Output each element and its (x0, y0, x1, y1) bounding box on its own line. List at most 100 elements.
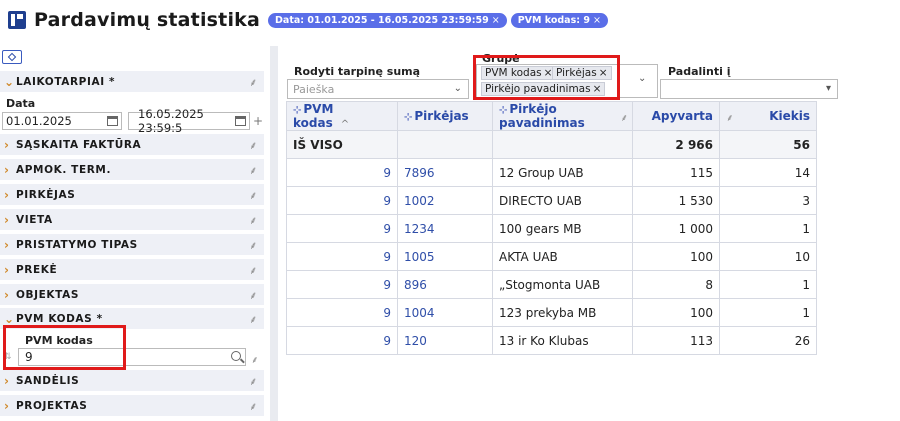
cell-kiekis: 1 (719, 214, 817, 243)
filter-chip-pvm[interactable]: PVM kodas: 9 × (510, 12, 608, 28)
column-label: Apyvarta (651, 109, 713, 123)
column-header-apyvarta[interactable]: Apyvarta (632, 101, 720, 131)
table-total-row: IŠ VISO 2 966 56 (286, 130, 817, 159)
wrench-icon[interactable]: ⸙ (621, 110, 629, 124)
cell-pvm[interactable]: 9 (286, 158, 398, 187)
column-header-pavadinimas[interactable]: ⊹ Pirkėjo pavadinimas ⸙ (492, 101, 633, 131)
cell-pirkejas[interactable]: 1234 (397, 214, 493, 243)
sidebar-category-label: SANDĖLIS (16, 374, 80, 387)
sidebar-category-laikotarpiai[interactable]: ⌄ LAIKOTARPIAI * ⸙ (0, 71, 264, 92)
cell-kiekis: 1 (719, 298, 817, 327)
table-row: 9 1002 DIRECTO UAB 1 530 3 (286, 186, 817, 215)
chevron-down-icon[interactable]: ⌄ (638, 73, 646, 84)
cell-pvm[interactable]: 9 (286, 270, 398, 299)
cell-pirkejas[interactable]: 7896 (397, 158, 493, 187)
sidebar-category-objektas[interactable]: › OBJEKTAS ⸙ (0, 284, 264, 305)
wrench-icon[interactable]: ⸙ (249, 213, 258, 228)
panel-splitter[interactable] (270, 46, 278, 421)
wrench-icon[interactable]: ⸙ (251, 352, 259, 366)
table-cell (397, 130, 493, 159)
page-header: Pardavimų statistika Data: 01.01.2025 - … (0, 0, 900, 40)
cell-apyvarta: 113 (632, 326, 720, 355)
sidebar-category-pristatymo[interactable]: › PRISTATYMO TIPAS ⸙ (0, 234, 264, 255)
wrench-icon[interactable]: ⸙ (249, 138, 258, 153)
table-row: 9 1234 100 gears MB 1 000 1 (286, 214, 817, 243)
close-icon[interactable]: × (492, 15, 500, 26)
search-icon[interactable] (231, 351, 241, 361)
chevron-right-icon: › (4, 373, 10, 388)
wrench-icon[interactable]: ⸙ (249, 312, 258, 327)
subtotal-select[interactable]: Paieška ⌄ (287, 79, 469, 99)
cell-apyvarta: 1 000 (632, 214, 720, 243)
calendar-icon[interactable] (107, 116, 118, 126)
wrench-icon[interactable]: ⸙ (249, 374, 258, 389)
column-header-pvm[interactable]: ⊹ PVM kodas ^ (286, 101, 398, 131)
sidebar-category-label: PIRKĖJAS (16, 188, 76, 201)
wrench-icon[interactable]: ⸙ (726, 110, 734, 124)
chevron-down-icon: ⌄ (4, 311, 15, 326)
pin-icon[interactable]: ⊹ (404, 112, 412, 123)
cell-pirkejas[interactable]: 1004 (397, 298, 493, 327)
sidebar-category-apmok[interactable]: › APMOK. TERM. ⸙ (0, 159, 264, 180)
date-to-input[interactable]: 16.05.2025 23:59:5 (128, 107, 250, 135)
toggle-filters-button[interactable] (2, 50, 22, 64)
calendar-icon[interactable] (235, 116, 246, 126)
cell-pvm[interactable]: 9 (286, 186, 398, 215)
cell-pirkejas[interactable]: 120 (397, 326, 493, 355)
date-from-input[interactable]: 01.01.2025 (2, 112, 122, 130)
split-label: Padalinti į (668, 65, 731, 78)
pin-icon[interactable]: ⊹ (293, 105, 301, 116)
wrench-icon[interactable]: ⸙ (249, 263, 258, 278)
sidebar-category-saskaita[interactable]: › SĄSKAITA FAKTŪRA ⸙ (0, 134, 264, 155)
table-cell (492, 130, 633, 159)
cell-pirkejas[interactable]: 1005 (397, 242, 493, 271)
cell-pvm[interactable]: 9 (286, 242, 398, 271)
table-row: 9 896 „Stogmonta UAB 8 1 (286, 270, 817, 299)
chevron-down-icon: ⌄ (453, 83, 462, 94)
sidebar-category-label: PREKĖ (16, 263, 58, 276)
sidebar-category-pirkejas[interactable]: › PIRKĖJAS ⸙ (0, 184, 264, 205)
wrench-icon[interactable]: ⸙ (249, 288, 258, 303)
cell-pvm[interactable]: 9 (286, 298, 398, 327)
sidebar-category-label: PRISTATYMO TIPAS (16, 238, 138, 251)
chevron-right-icon: › (4, 398, 10, 413)
split-select[interactable]: ▾ (660, 79, 838, 99)
cell-kiekis: 3 (719, 186, 817, 215)
cell-pirkejas[interactable]: 1002 (397, 186, 493, 215)
cell-apyvarta: 8 (632, 270, 720, 299)
column-header-kiekis[interactable]: ⸙ Kiekis (719, 101, 817, 131)
date-to-value: 16.05.2025 23:59:5 (138, 107, 204, 135)
chevron-right-icon: › (4, 212, 10, 227)
highlight-box-group (473, 55, 620, 100)
sidebar-category-preke[interactable]: › PREKĖ ⸙ (0, 259, 264, 280)
sort-asc-icon[interactable]: ^ (341, 119, 349, 130)
cell-pavadinimas: 123 prekyba MB (492, 298, 633, 327)
cell-apyvarta: 100 (632, 298, 720, 327)
filter-chip-date[interactable]: Data: 01.01.2025 - 16.05.2025 23:59:59 × (268, 12, 507, 28)
cell-apyvarta: 1 530 (632, 186, 720, 215)
sidebar-category-label: VIETA (16, 213, 53, 226)
wrench-icon[interactable]: ⸙ (249, 188, 258, 203)
table-row: 9 120 13 ir Ko Klubas 113 26 (286, 326, 817, 355)
report-icon[interactable] (8, 11, 26, 29)
statistics-table: ⊹ PVM kodas ^ ⊹ Pirkėjas ⊹ Pirkėjo pavadinim… (286, 101, 817, 355)
cell-kiekis: 14 (719, 158, 817, 187)
page-title: Pardavimų statistika (34, 9, 261, 31)
cell-pavadinimas: 12 Group UAB (492, 158, 633, 187)
sidebar-category-label: PVM KODAS * (16, 312, 103, 325)
wrench-icon[interactable]: ⸙ (249, 399, 258, 414)
cell-pvm[interactable]: 9 (286, 326, 398, 355)
cell-pvm[interactable]: 9 (286, 214, 398, 243)
sidebar-category-sandelis[interactable]: › SANDĖLIS ⸙ (0, 370, 264, 391)
sidebar-category-projektas[interactable]: › PROJEKTAS ⸙ (0, 395, 264, 416)
wrench-icon[interactable]: ⸙ (249, 238, 258, 253)
cell-pirkejas[interactable]: 896 (397, 270, 493, 299)
pin-icon[interactable]: ⊹ (499, 105, 507, 116)
wrench-icon[interactable]: ⸙ (249, 163, 258, 178)
column-header-pirkejas[interactable]: ⊹ Pirkėjas (397, 101, 493, 131)
chevron-right-icon: › (4, 237, 10, 252)
close-icon[interactable]: × (593, 15, 601, 26)
wrench-icon[interactable]: ⸙ (249, 75, 258, 90)
sidebar-category-vieta[interactable]: › VIETA ⸙ (0, 209, 264, 230)
add-date-icon[interactable]: + (253, 114, 263, 128)
